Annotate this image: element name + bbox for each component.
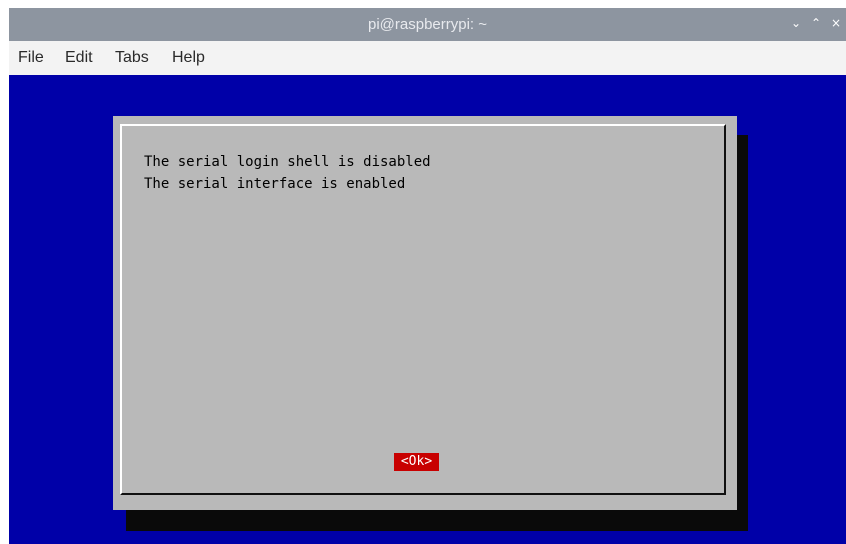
menu-edit[interactable]: Edit (65, 49, 93, 67)
dialog-message-line: The serial interface is enabled (144, 176, 406, 192)
title-bar[interactable]: pi@raspberrypi: ~ ⌄ ⌃ × (9, 8, 846, 41)
menu-file[interactable]: File (18, 49, 44, 67)
minimize-icon[interactable]: ⌄ (789, 15, 803, 31)
dialog-frame: The serial login shell is disabled The s… (120, 124, 726, 495)
close-icon[interactable]: × (829, 15, 843, 31)
terminal-window: pi@raspberrypi: ~ ⌄ ⌃ × File Edit Tabs H… (0, 0, 846, 544)
window-title: pi@raspberrypi: ~ (367, 16, 488, 33)
maximize-icon[interactable]: ⌃ (809, 15, 823, 31)
menu-help[interactable]: Help (172, 49, 205, 67)
menu-tabs[interactable]: Tabs (115, 49, 149, 67)
ok-button[interactable]: <Ok> (394, 453, 439, 471)
menu-bar: File Edit Tabs Help (9, 41, 846, 75)
dialog-message-line: The serial login shell is disabled (144, 154, 431, 170)
message-dialog: The serial login shell is disabled The s… (113, 116, 737, 510)
